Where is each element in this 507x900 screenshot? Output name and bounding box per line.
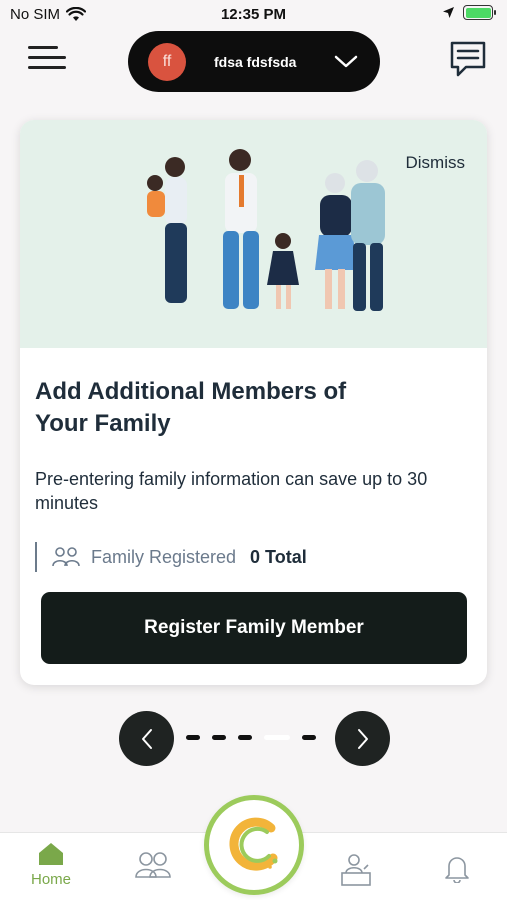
pager-dot[interactable]	[212, 735, 226, 740]
home-icon	[39, 843, 63, 865]
next-card-button[interactable]	[335, 711, 390, 766]
family-registered-row: Family Registered 0 Total	[35, 542, 472, 572]
card-hero: Dismiss	[20, 120, 487, 348]
menu-icon-line	[28, 46, 58, 49]
family-group-icon	[52, 547, 80, 567]
chevron-right-icon	[357, 728, 368, 749]
card-body: Add Additional Members of Your Family Pr…	[20, 348, 487, 572]
pager-dot[interactable]	[186, 735, 200, 740]
register-family-member-button[interactable]: Register Family Member	[41, 592, 467, 664]
center-logo-button[interactable]	[204, 795, 304, 895]
profile-name: fdsa fdsfsda	[214, 53, 297, 70]
chevron-down-icon	[326, 55, 366, 69]
tab-family[interactable]	[123, 851, 183, 879]
family-registered-total: 0 Total	[250, 546, 307, 567]
chat-icon[interactable]	[449, 40, 487, 80]
previous-card-button[interactable]	[119, 711, 174, 766]
family-illustration	[147, 149, 385, 311]
tab-home-label: Home	[30, 871, 71, 888]
family-registered-label: Family Registered	[91, 546, 237, 567]
tab-notifications[interactable]	[427, 853, 487, 883]
avatar: ff	[148, 42, 186, 81]
status-time: 12:35 PM	[220, 6, 287, 23]
bell-icon	[445, 857, 469, 883]
location-arrow-icon	[443, 7, 454, 18]
pager-dot[interactable]	[302, 735, 316, 740]
pager-dot[interactable]	[238, 735, 252, 740]
tab-home[interactable]: Home	[21, 841, 81, 888]
menu-icon-line	[28, 66, 66, 69]
pager-dots	[186, 735, 316, 740]
status-indicators	[442, 5, 496, 20]
card-description: Pre-entering family information can save…	[35, 469, 428, 513]
app-logo-icon	[229, 817, 278, 871]
menu-icon-line	[28, 56, 66, 59]
menu-button[interactable]	[28, 46, 68, 76]
status-bar: No SIM 12:35 PM	[0, 0, 507, 30]
people-icon	[135, 852, 171, 878]
pager-dot-active[interactable]	[264, 735, 290, 740]
chevron-left-icon	[141, 728, 152, 749]
reception-desk-icon	[341, 854, 371, 886]
tab-providers[interactable]	[326, 853, 386, 887]
add-family-card: Dismiss Add Additional Members of Your F…	[20, 120, 487, 685]
card-title: Add Additional Members of Your Family	[35, 378, 347, 437]
profile-switcher[interactable]: ff fdsa fdsfsda	[128, 31, 380, 92]
battery-icon	[463, 5, 496, 20]
dismiss-button[interactable]: Dismiss	[406, 153, 466, 173]
